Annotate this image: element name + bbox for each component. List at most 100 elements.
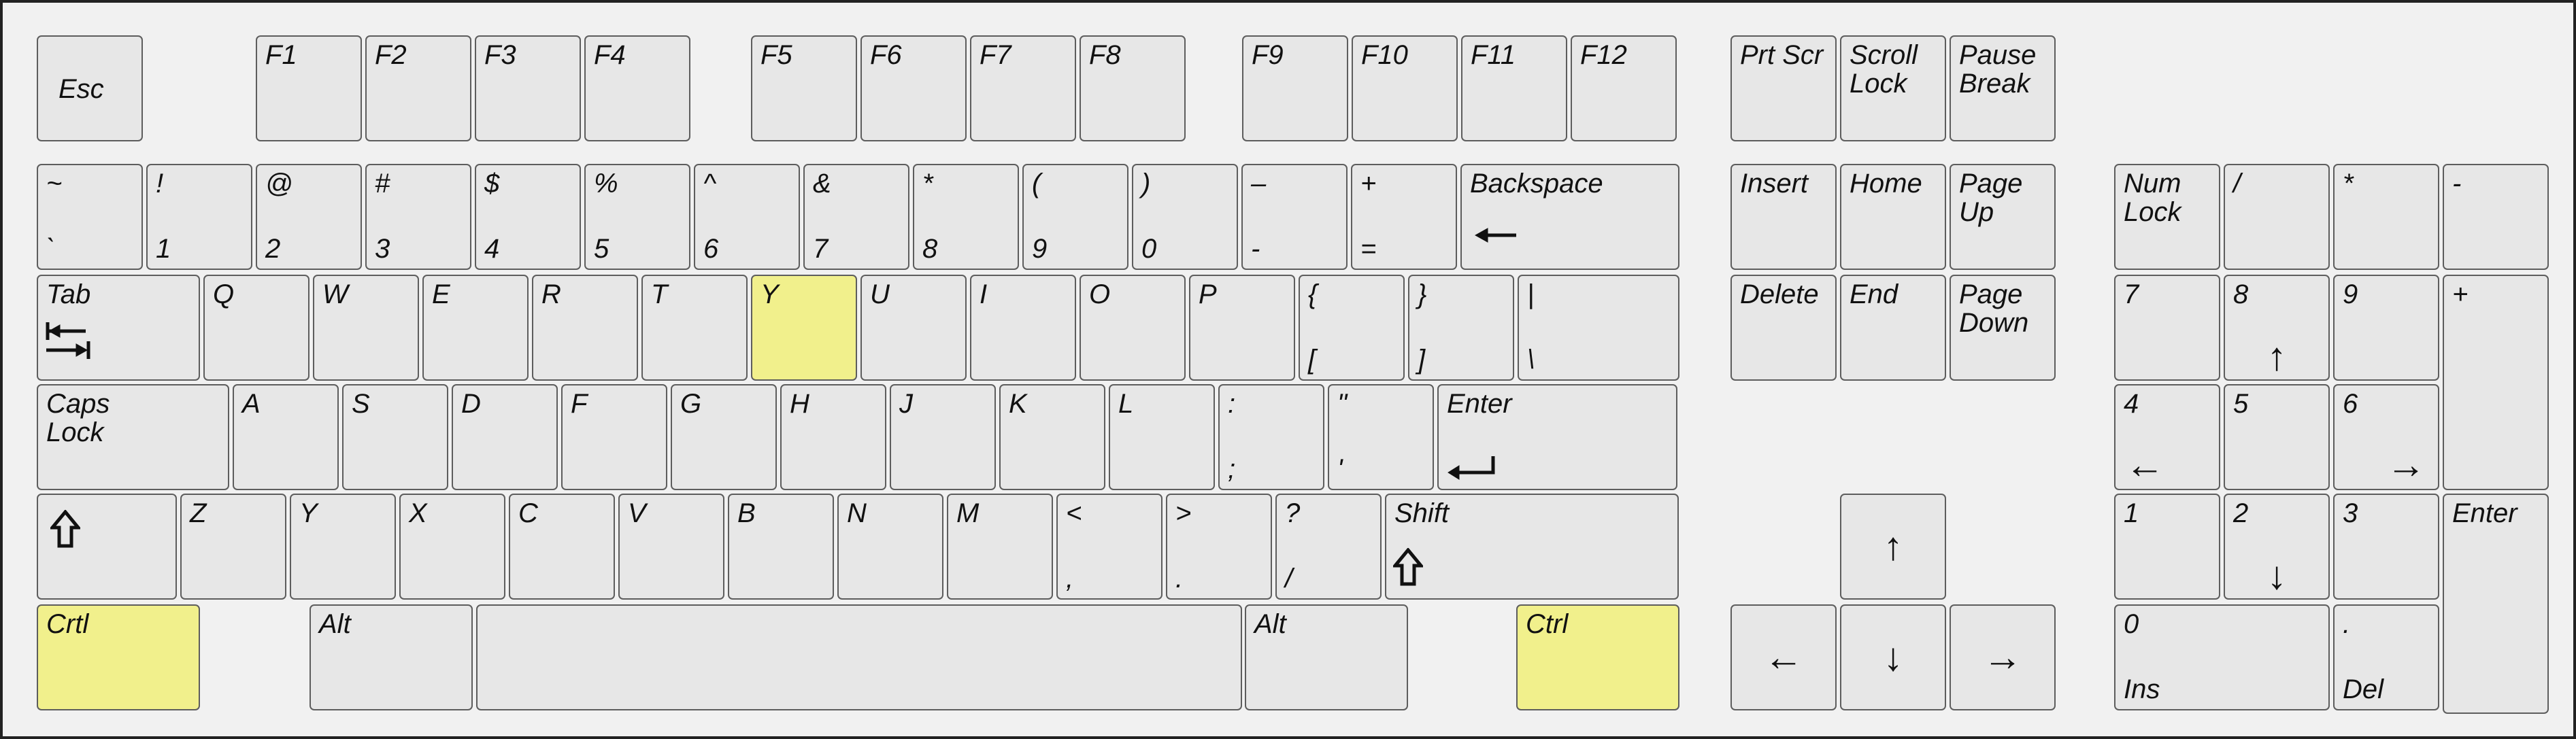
- key-home[interactable]: Home: [1840, 164, 1946, 270]
- key-backtick[interactable]: ~ `: [37, 164, 143, 270]
- key-num-enter[interactable]: Enter: [2443, 494, 2549, 714]
- key-v[interactable]: V: [618, 494, 724, 600]
- key-e[interactable]: E: [422, 275, 529, 381]
- key-pagedown[interactable]: Page Down: [1950, 275, 2056, 381]
- key-3[interactable]: #3: [365, 164, 471, 270]
- key-space[interactable]: [476, 604, 1242, 710]
- key-scrolllock[interactable]: Scroll Lock: [1840, 35, 1946, 141]
- key-y2[interactable]: Y: [290, 494, 396, 600]
- key-num-decimal[interactable]: . Del: [2333, 604, 2439, 710]
- key-end[interactable]: End: [1840, 275, 1946, 381]
- key-num8[interactable]: 8 ↑: [2224, 275, 2330, 381]
- key-f2[interactable]: F2: [365, 35, 471, 141]
- key-pausebreak[interactable]: Pause Break: [1950, 35, 2056, 141]
- key-num3[interactable]: 3: [2333, 494, 2439, 600]
- key-o[interactable]: O: [1080, 275, 1186, 381]
- key-g[interactable]: G: [671, 384, 777, 490]
- key-b[interactable]: B: [728, 494, 834, 600]
- key-f[interactable]: F: [561, 384, 667, 490]
- key-rshift[interactable]: Shift: [1385, 494, 1679, 600]
- key-5[interactable]: % 5: [584, 164, 690, 270]
- key-f4[interactable]: F4: [584, 35, 690, 141]
- key-slash[interactable]: ? /: [1275, 494, 1382, 600]
- key-l[interactable]: L: [1109, 384, 1215, 490]
- key-c[interactable]: C: [509, 494, 615, 600]
- key-f8[interactable]: F8: [1080, 35, 1186, 141]
- key-a[interactable]: A: [233, 384, 339, 490]
- key-delete[interactable]: Delete: [1730, 275, 1837, 381]
- key-8[interactable]: * 8: [913, 164, 1019, 270]
- key-y[interactable]: Y: [751, 275, 857, 381]
- key-capslock[interactable]: Caps Lock: [37, 384, 229, 490]
- key-num-divide[interactable]: /: [2224, 164, 2330, 270]
- key-equals[interactable]: + =: [1351, 164, 1457, 270]
- key-minus[interactable]: – -: [1241, 164, 1348, 270]
- key-x[interactable]: X: [399, 494, 505, 600]
- key-num4[interactable]: 4 ←: [2114, 384, 2220, 490]
- key-num9[interactable]: 9: [2333, 275, 2439, 381]
- key-rbracket[interactable]: }]: [1408, 275, 1514, 381]
- key-num7[interactable]: 7: [2114, 275, 2220, 381]
- key-0[interactable]: ) 0: [1132, 164, 1238, 270]
- key-f12[interactable]: F12: [1571, 35, 1677, 141]
- key-left[interactable]: ←: [1730, 604, 1837, 710]
- key-d[interactable]: D: [452, 384, 558, 490]
- key-insert[interactable]: Insert: [1730, 164, 1837, 270]
- key-t[interactable]: T: [641, 275, 748, 381]
- key-i[interactable]: I: [970, 275, 1076, 381]
- key-z[interactable]: Z: [180, 494, 286, 600]
- key-comma[interactable]: <,: [1056, 494, 1162, 600]
- key-h[interactable]: H: [780, 384, 886, 490]
- key-f3[interactable]: F3: [475, 35, 581, 141]
- key-9[interactable]: (9: [1022, 164, 1128, 270]
- key-n[interactable]: N: [837, 494, 943, 600]
- key-f9[interactable]: F9: [1242, 35, 1348, 141]
- key-q[interactable]: Q: [203, 275, 310, 381]
- key-num1[interactable]: 1: [2114, 494, 2220, 600]
- key-lshift[interactable]: [37, 494, 177, 600]
- key-pageup[interactable]: Page Up: [1950, 164, 2056, 270]
- key-lalt[interactable]: Alt: [310, 604, 473, 710]
- key-f10[interactable]: F10: [1352, 35, 1458, 141]
- key-lbracket[interactable]: {[: [1299, 275, 1405, 381]
- key-backslash[interactable]: | \: [1518, 275, 1679, 381]
- key-4[interactable]: $4: [475, 164, 581, 270]
- key-right[interactable]: →: [1950, 604, 2056, 710]
- key-ralt[interactable]: Alt: [1245, 604, 1408, 710]
- key-esc[interactable]: Esc: [37, 35, 143, 141]
- key-num6[interactable]: 6 →: [2333, 384, 2439, 490]
- key-f5[interactable]: F5: [751, 35, 857, 141]
- key-tab[interactable]: Tab: [37, 275, 200, 381]
- key-j[interactable]: J: [890, 384, 996, 490]
- key-numlock[interactable]: Num Lock: [2114, 164, 2220, 270]
- key-up[interactable]: ↑: [1840, 494, 1946, 600]
- key-num-minus[interactable]: -: [2443, 164, 2549, 270]
- key-num2[interactable]: 2 ↓: [2224, 494, 2330, 600]
- key-7[interactable]: & 7: [803, 164, 909, 270]
- key-f6[interactable]: F6: [860, 35, 967, 141]
- key-1[interactable]: ! 1: [146, 164, 252, 270]
- key-s[interactable]: S: [342, 384, 448, 490]
- key-quote[interactable]: " ': [1328, 384, 1434, 490]
- key-k[interactable]: K: [999, 384, 1105, 490]
- key-lctrl[interactable]: Crtl: [37, 604, 200, 710]
- key-6[interactable]: ^ 6: [694, 164, 800, 270]
- key-prtscr[interactable]: Prt Scr: [1730, 35, 1837, 141]
- key-enter[interactable]: Enter: [1437, 384, 1677, 490]
- key-r[interactable]: R: [532, 275, 638, 381]
- key-num5[interactable]: 5: [2224, 384, 2330, 490]
- key-m[interactable]: M: [947, 494, 1053, 600]
- key-f1[interactable]: F1: [256, 35, 362, 141]
- key-p[interactable]: P: [1189, 275, 1295, 381]
- key-semicolon[interactable]: :;: [1218, 384, 1324, 490]
- key-period[interactable]: >.: [1166, 494, 1272, 600]
- key-f7[interactable]: F7: [970, 35, 1076, 141]
- key-num0[interactable]: 0 Ins: [2114, 604, 2330, 710]
- key-f11[interactable]: F11: [1461, 35, 1567, 141]
- key-num-plus[interactable]: +: [2443, 275, 2549, 490]
- key-backspace[interactable]: Backspace: [1460, 164, 1679, 270]
- key-w[interactable]: W: [313, 275, 419, 381]
- key-u[interactable]: U: [860, 275, 967, 381]
- key-down[interactable]: ↓: [1840, 604, 1946, 710]
- key-rctrl[interactable]: Ctrl: [1516, 604, 1679, 710]
